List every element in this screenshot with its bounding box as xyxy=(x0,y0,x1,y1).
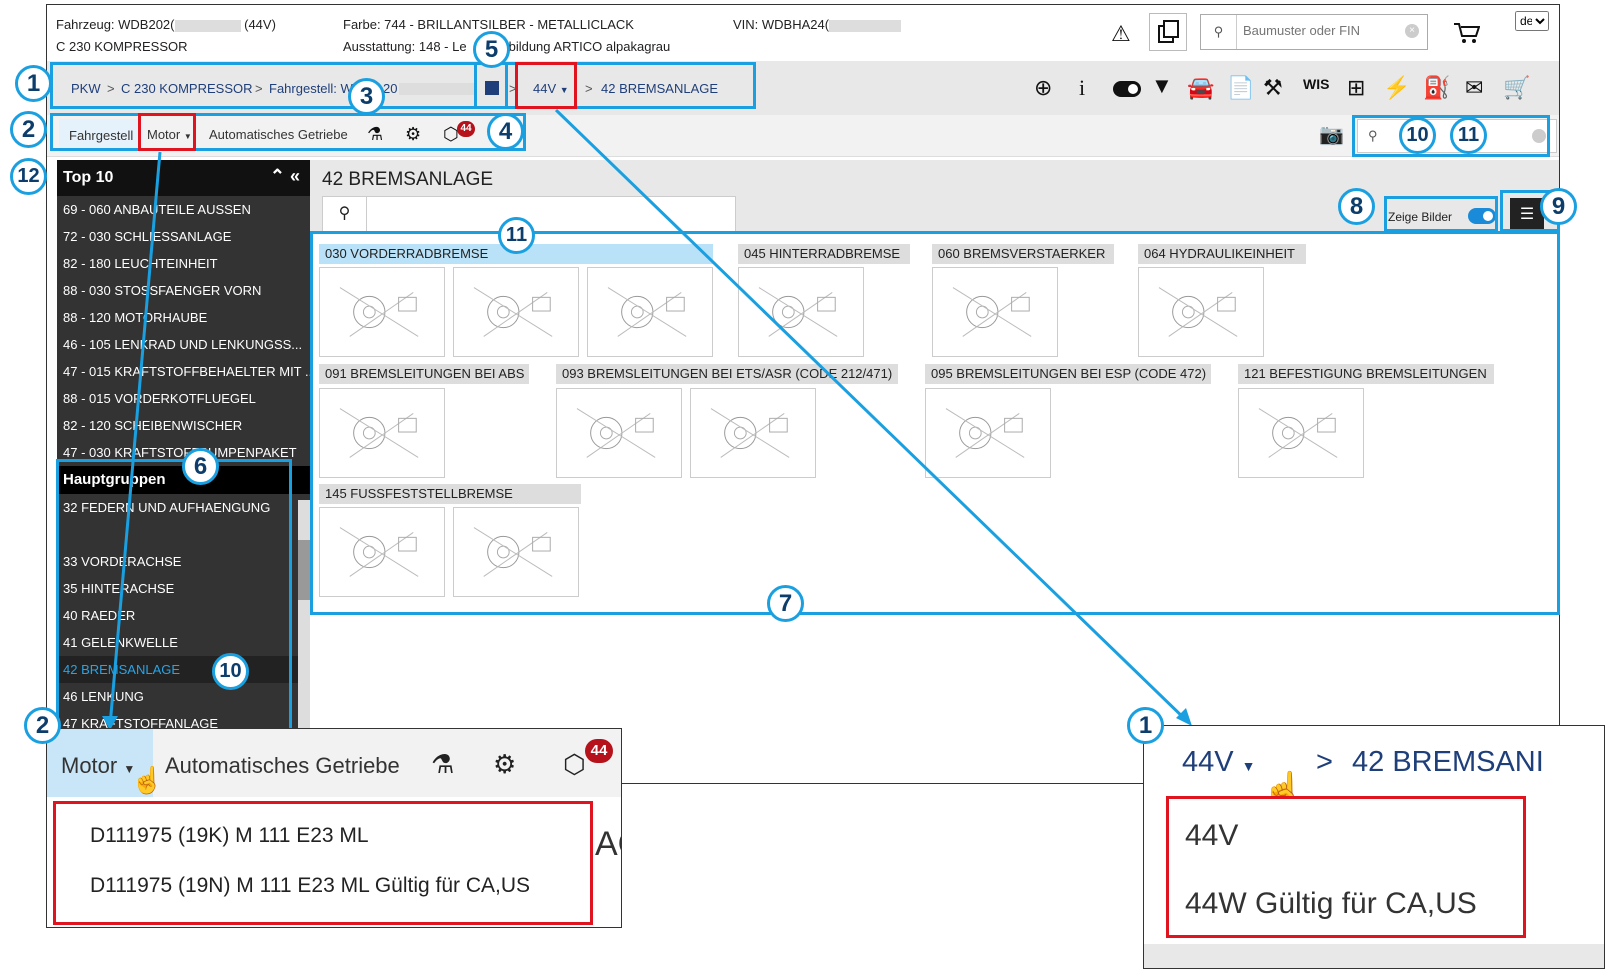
callout-7: 7 xyxy=(767,585,804,622)
zoom-getriebe[interactable]: Automatisches Getriebe xyxy=(165,753,400,779)
annot-box-copy xyxy=(474,62,508,109)
vehicle-vin: VIN: WDBHA24( xyxy=(733,17,902,32)
search-icon[interactable]: ⚲ xyxy=(323,197,367,231)
callout-10: 10 xyxy=(1399,117,1436,154)
motor-zoom-inset: Motor ▼ Automatisches Getriebe ⚗ ⚙ ⬡ 44 … xyxy=(46,728,622,928)
scrollbar[interactable] xyxy=(298,500,310,730)
top10-header: Top 10 ⌃ « xyxy=(57,160,310,196)
zoom-motor-label[interactable]: Motor ▼ xyxy=(61,753,135,779)
motor-option-2[interactable]: D111975 (19N) M 111 E23 ML Gültig für CA… xyxy=(90,874,530,898)
zoom-group[interactable]: 42 BREMSANI xyxy=(1352,746,1544,779)
parts-icon[interactable]: ⚙ xyxy=(493,749,516,780)
annot-box-tiles xyxy=(310,231,1560,615)
annot-box-nav xyxy=(50,113,526,151)
wiring-icon[interactable]: ⚡ xyxy=(1383,77,1410,99)
info-icon[interactable]: i xyxy=(1079,77,1085,99)
annot-box-hg xyxy=(56,459,292,735)
package-icon[interactable]: ⬡ xyxy=(563,749,586,780)
callout-1: 1 xyxy=(1127,707,1164,744)
top10-item[interactable]: 47 - 015 KRAFTSTOFFBEHAELTER MIT ... xyxy=(57,358,310,385)
callout-11: 11 xyxy=(498,217,535,254)
callout-6: 6 xyxy=(182,448,219,485)
zoom-icon[interactable]: ⊕ xyxy=(1034,77,1052,99)
motor-option-1[interactable]: D111975 (19K) M 111 E23 ML xyxy=(90,824,369,848)
search-icon[interactable]: ⚲ xyxy=(1201,15,1237,49)
copy-icon xyxy=(1158,20,1179,43)
callout-2: 2 xyxy=(24,707,61,744)
vehicle-color: Farbe: 744 - BRILLANTSILBER - METALLICLA… xyxy=(343,17,634,32)
engine-option-2[interactable]: 44W Gültig für CA,US xyxy=(1185,887,1477,921)
search-fin-input[interactable] xyxy=(1243,23,1393,38)
zoom-engine-sel[interactable]: 44V ▼ xyxy=(1182,746,1256,779)
callout-10: 10 xyxy=(212,653,249,690)
oil-icon[interactable]: ⛽ xyxy=(1423,77,1450,99)
collapse-icon[interactable]: ⌃ « xyxy=(270,166,300,187)
car-icon[interactable]: 🚘 xyxy=(1187,77,1214,99)
callout-4: 4 xyxy=(487,113,524,150)
top10-item[interactable]: 69 - 060 ANBAUTEILE AUSSEN xyxy=(57,196,310,223)
toggle-icon[interactable] xyxy=(1113,81,1141,97)
main-header: 42 BREMSANLAGE ⚲ Zeige Bilder ☰ xyxy=(310,160,1559,232)
page-title: 42 BREMSANLAGE xyxy=(322,169,494,190)
callout-11: 11 xyxy=(1450,117,1487,154)
callout-5: 5 xyxy=(473,31,510,68)
package-badge: 44 xyxy=(585,739,613,763)
warning-icon[interactable]: ⚠ xyxy=(1111,23,1131,45)
vehicle-info-bar: Fahrzeug: WDB202( (44V) C 230 KOMPRESSOR… xyxy=(47,5,1559,61)
copy-button[interactable] xyxy=(1149,13,1187,51)
new-tool-icon[interactable]: ⚒ xyxy=(1263,77,1283,99)
vehicle-id: Fahrzeug: WDB202( (44V) xyxy=(56,17,276,32)
tree-icon[interactable]: ⊞ xyxy=(1347,77,1365,99)
annot-box-breadcrumb xyxy=(50,62,756,109)
paint-icon[interactable]: ⚗ xyxy=(431,749,454,780)
top10-list: 69 - 060 ANBAUTEILE AUSSEN 72 - 030 SCHLI… xyxy=(57,196,310,466)
top10-item[interactable]: 88 - 015 VORDERKOTFLUEGEL xyxy=(57,385,310,412)
zoom-footer xyxy=(1144,944,1604,968)
callout-12: 12 xyxy=(10,158,47,195)
vehicle-model: C 230 KOMPRESSOR xyxy=(56,39,188,54)
zoom-sep: > xyxy=(1316,746,1333,778)
annot-red-motor xyxy=(138,113,196,151)
filter-icon[interactable]: ▼ xyxy=(1151,75,1173,97)
mail-icon[interactable]: ✉ xyxy=(1465,77,1483,99)
search-fin-box[interactable]: ⚲ × xyxy=(1200,14,1428,50)
callout-2: 2 xyxy=(10,111,47,148)
callout-1: 1 xyxy=(15,65,52,102)
engine-dropdown-menu: 44V 44W Gültig für CA,US xyxy=(1166,796,1526,938)
language-select[interactable]: de xyxy=(1515,11,1549,31)
cart-icon[interactable]: 🛒 xyxy=(1503,77,1530,99)
motor-dropdown-menu: D111975 (19K) M 111 E23 ML D111975 (19N)… xyxy=(53,801,593,925)
top10-item[interactable]: 88 - 030 STOSSFAENGER VORN xyxy=(57,277,310,304)
camera-icon[interactable]: 📷 xyxy=(1319,125,1344,145)
callout-9: 9 xyxy=(1540,188,1577,225)
wis-icon[interactable]: WIS xyxy=(1303,77,1329,91)
top10-title: Top 10 xyxy=(63,169,114,186)
engine-option-1[interactable]: 44V xyxy=(1185,819,1238,853)
zoom-nav: Motor ▼ Automatisches Getriebe ⚗ ⚙ ⬡ 44 … xyxy=(47,729,621,797)
callout-8: 8 xyxy=(1338,188,1375,225)
cart-icon[interactable] xyxy=(1452,19,1480,45)
top10-item[interactable]: 82 - 120 SCHEIBENWISCHER xyxy=(57,412,310,439)
zoom-crumb: 44V ▼ > 42 BREMSANI ☝ xyxy=(1144,726,1604,809)
engine-zoom-inset: 44V ▼ > 42 BREMSANI ☝ 44V 44W Gültig für… xyxy=(1143,725,1605,969)
callout-3: 3 xyxy=(348,78,385,115)
clear-icon[interactable]: × xyxy=(1405,24,1419,38)
obscured-text: AG xyxy=(595,825,621,863)
document-icon[interactable]: 📄 xyxy=(1227,77,1254,99)
annot-box-zeige xyxy=(1384,196,1498,232)
top10-item[interactable]: 88 - 120 MOTORHAUBE xyxy=(57,304,310,331)
top10-item[interactable]: 82 - 180 LEUCHTEINHEIT xyxy=(57,250,310,277)
top10-item[interactable]: 46 - 105 LENKRAD UND LENKUNGSS... xyxy=(57,331,310,358)
annot-red-engine xyxy=(515,62,577,109)
top10-item[interactable]: 72 - 030 SCHLIESSANLAGE xyxy=(57,223,310,250)
cursor-hand-icon: ☝ xyxy=(131,765,164,795)
